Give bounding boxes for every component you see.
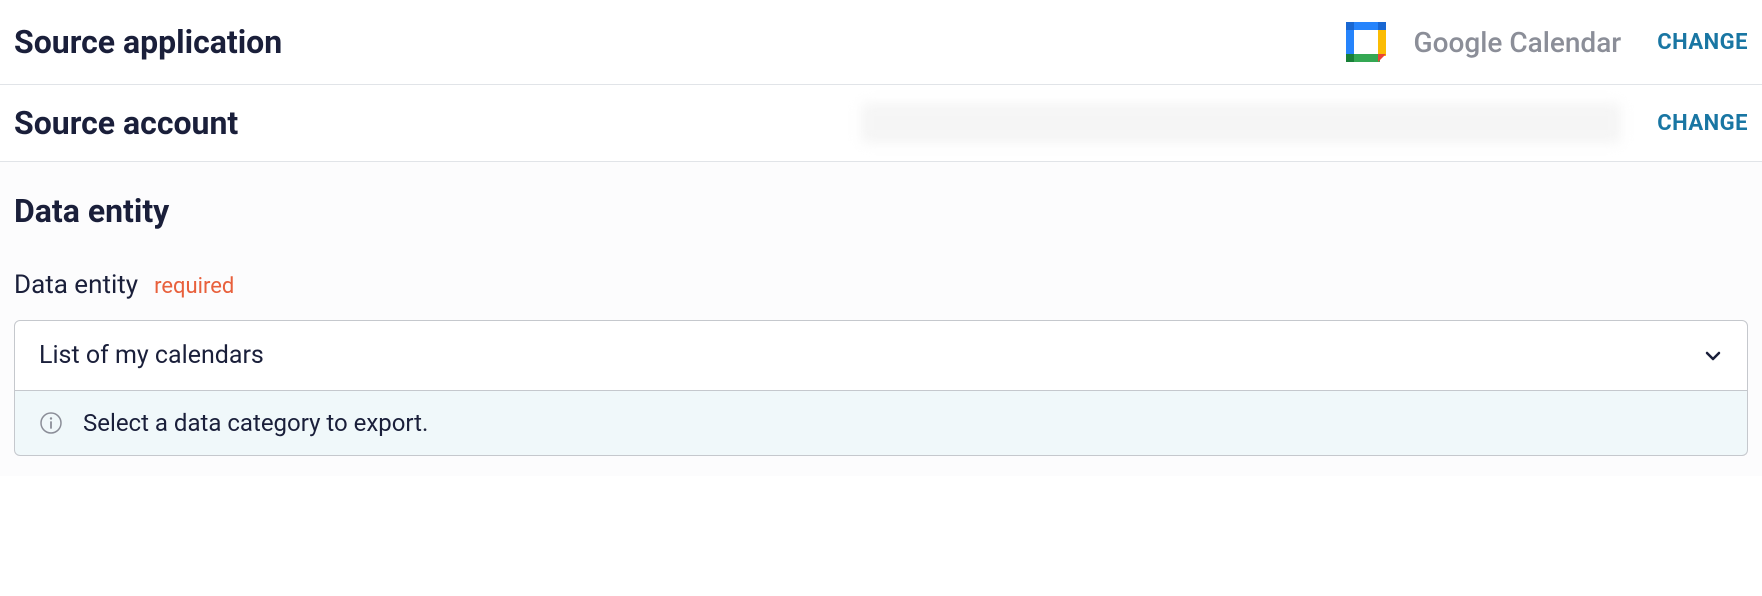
account-value-redacted (861, 103, 1621, 143)
data-entity-field-label-row: Data entity required (14, 270, 1748, 300)
data-entity-section: Data entity Data entity required List of… (0, 162, 1762, 476)
source-account-section: Source account CHANGE (0, 85, 1762, 162)
data-entity-title: Data entity (14, 192, 1748, 230)
source-application-title: Source application (14, 23, 282, 61)
source-account-title: Source account (14, 104, 238, 142)
change-account-button[interactable]: CHANGE (1657, 111, 1748, 136)
data-entity-select-container: List of my calendars (14, 320, 1748, 391)
source-application-section: Source application Google Calendar CHANG… (0, 0, 1762, 85)
data-entity-select[interactable]: List of my calendars (15, 321, 1747, 390)
change-application-button[interactable]: CHANGE (1657, 30, 1748, 55)
source-application-right: Google Calendar CHANGE (1342, 18, 1748, 66)
data-entity-help-box: Select a data category to export. (14, 391, 1748, 456)
app-info: Google Calendar (1342, 18, 1622, 66)
source-account-right: CHANGE (861, 103, 1748, 143)
data-entity-help-text: Select a data category to export. (83, 409, 428, 437)
chevron-down-icon (1703, 346, 1723, 366)
app-name-label: Google Calendar (1414, 26, 1622, 59)
data-entity-select-value: List of my calendars (39, 341, 264, 370)
google-calendar-icon (1342, 18, 1390, 66)
required-badge: required (154, 274, 234, 299)
info-icon (39, 411, 63, 435)
data-entity-field-label: Data entity (14, 270, 138, 300)
